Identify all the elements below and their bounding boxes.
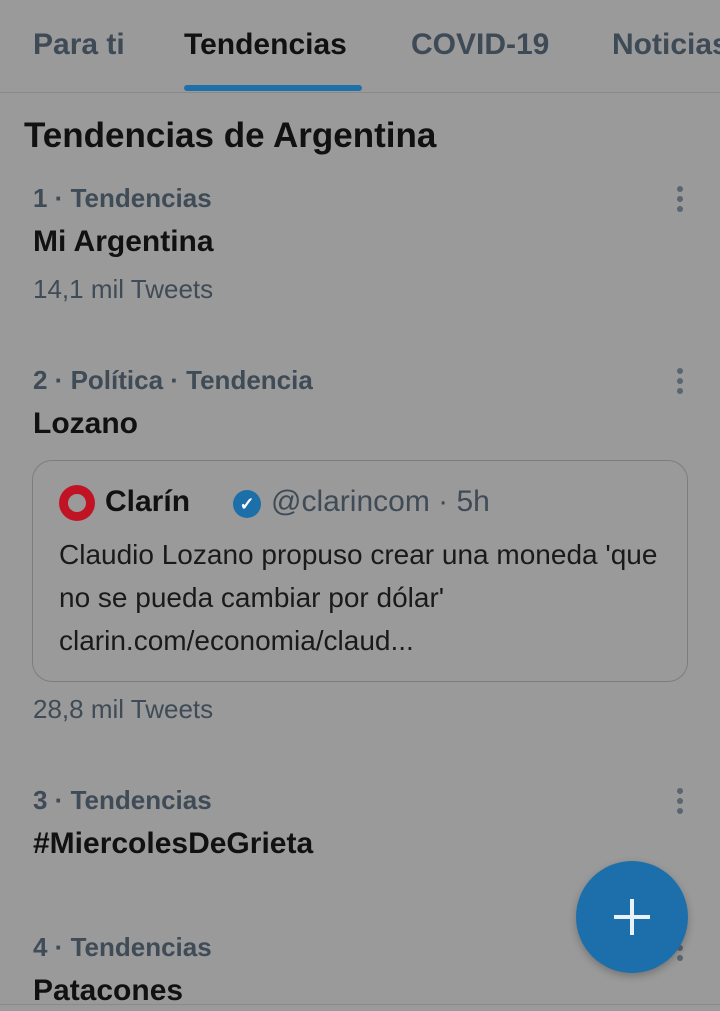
trend-2-name[interactable]: Lozano — [33, 407, 138, 441]
more-vertical-icon[interactable] — [668, 786, 692, 816]
verified-badge-icon: ✓ — [233, 490, 261, 518]
tab-covid-19[interactable]: COVID-19 — [411, 28, 549, 62]
tweet-author: Clarín — [105, 485, 191, 518]
trend-1-name[interactable]: Mi Argentina — [33, 225, 214, 259]
trend-2-meta: 2 · Política · Tendencia — [33, 365, 313, 395]
compose-tweet-button[interactable] — [576, 861, 688, 973]
quoted-tweet-card[interactable]: Clarín ✓ @clarincom · 5h Claudio Lozano … — [32, 460, 688, 682]
tab-para-ti[interactable]: Para ti — [33, 28, 125, 62]
trend-1-count: 14,1 mil Tweets — [33, 274, 214, 304]
active-tab-indicator — [184, 85, 362, 91]
tweet-handle-time: @clarincom · 5h — [271, 485, 490, 518]
more-vertical-icon[interactable] — [668, 366, 692, 396]
clarin-logo — [59, 485, 95, 521]
trend-4-name[interactable]: Patacones — [33, 974, 183, 1008]
tab-noticias[interactable]: Noticias — [612, 28, 720, 62]
trend-3-name[interactable]: #MiercolesDeGrieta — [33, 827, 313, 861]
tab-tendencias[interactable]: Tendencias — [184, 28, 347, 62]
tab-bar: Para ti Tendencias COVID-19 Noticias — [0, 0, 720, 93]
more-vertical-icon[interactable] — [668, 184, 692, 214]
trend-4-meta: 4 · Tendencias — [33, 932, 212, 962]
trend-2-count: 28,8 mil Tweets — [33, 694, 214, 724]
tweet-text: Claudio Lozano propuso crear una moneda … — [59, 539, 658, 656]
trend-3-meta: 3 · Tendencias — [33, 785, 212, 815]
trend-1-meta: 1 · Tendencias — [33, 183, 212, 213]
section-title: Tendencias de Argentina — [24, 116, 437, 155]
divider — [0, 1004, 720, 1005]
